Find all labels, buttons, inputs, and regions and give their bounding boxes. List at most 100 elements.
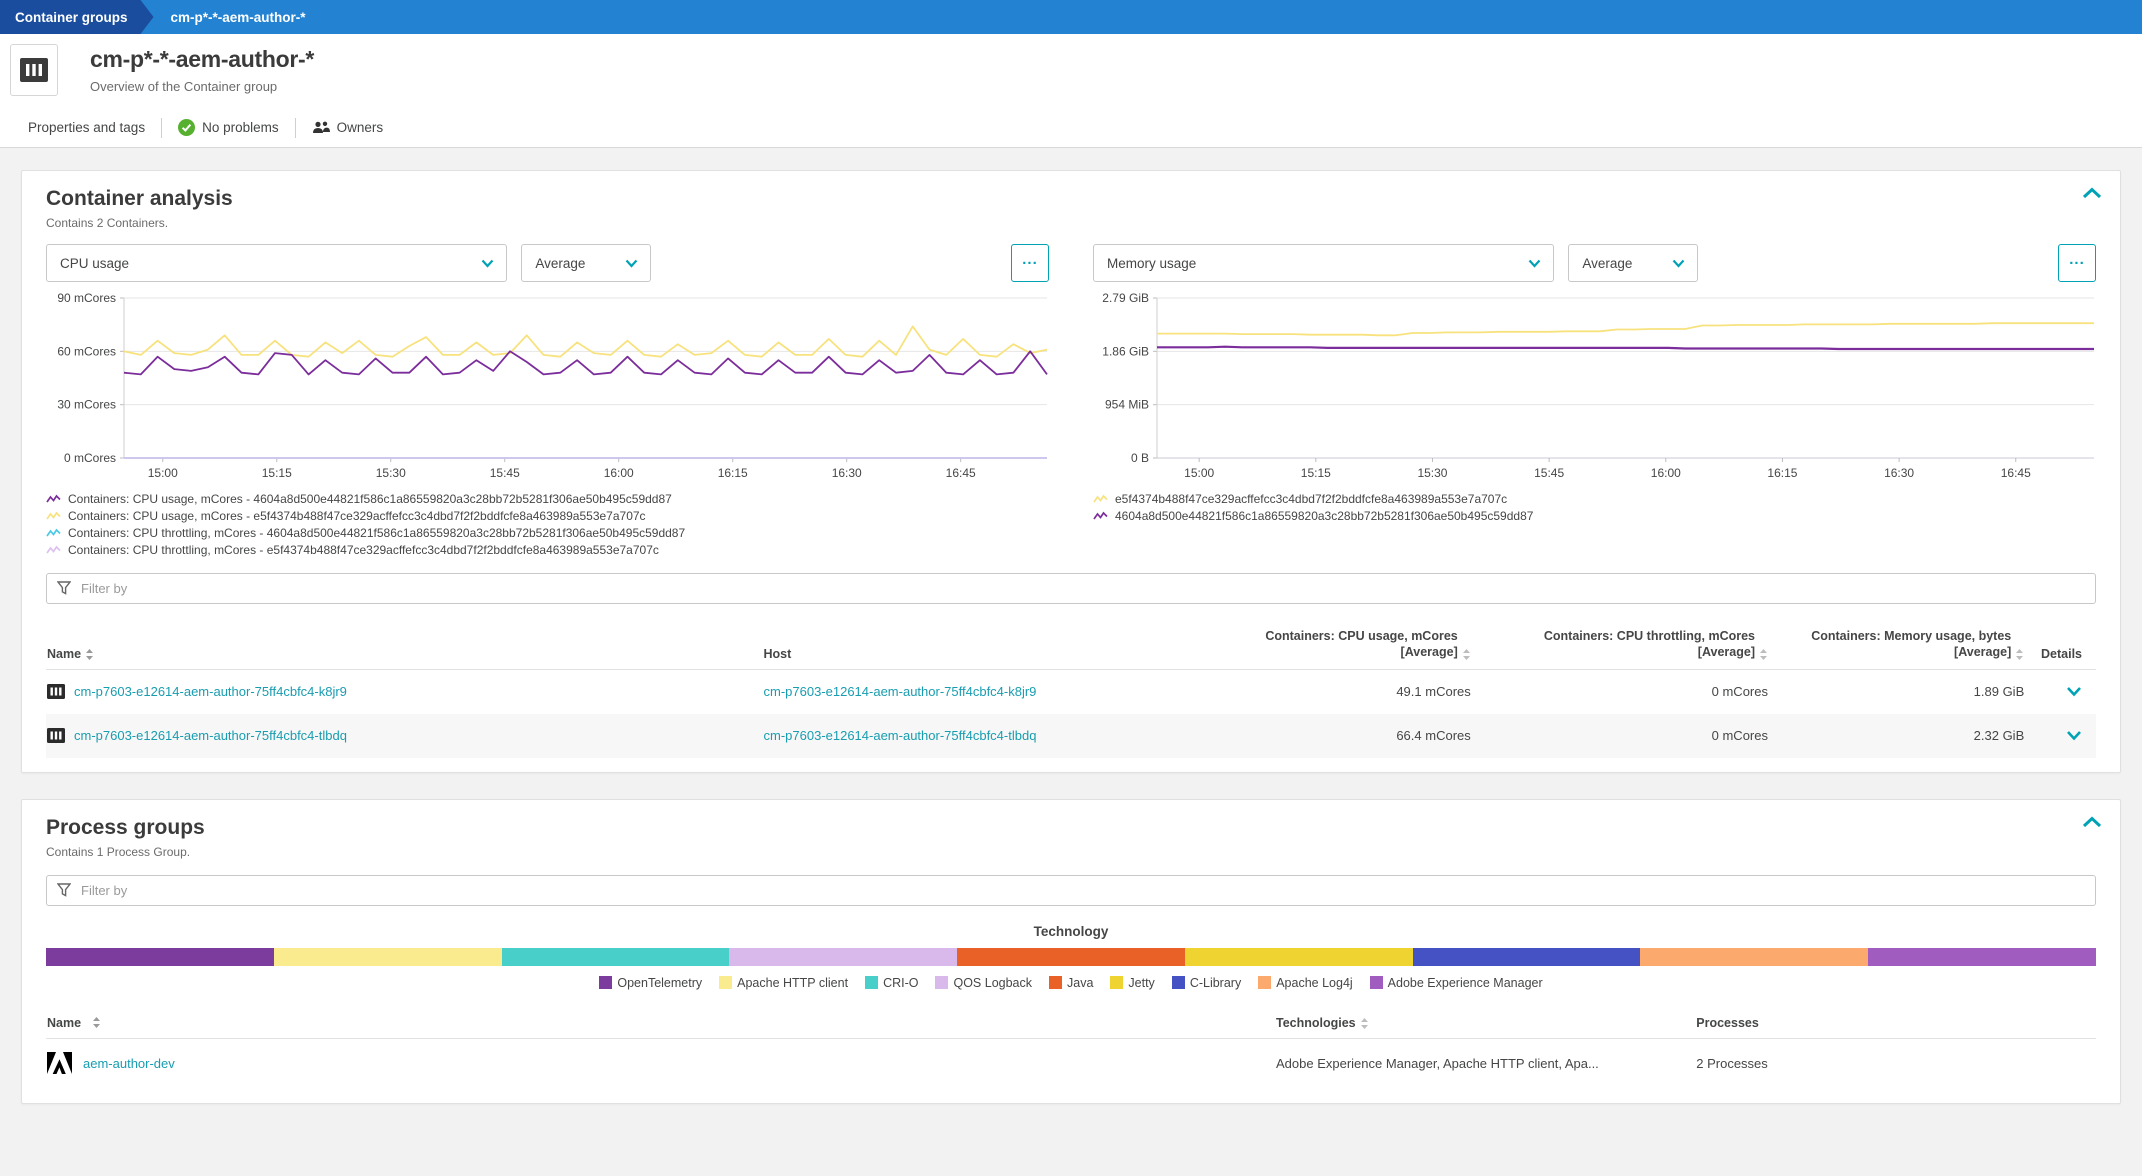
chart-legend-item[interactable]: Containers: CPU throttling, mCores - 460… — [46, 526, 1049, 540]
chart-legend-item[interactable]: 4604a8d500e44821f586c1a86559820a3c28bb72… — [1093, 509, 2096, 523]
charts-row: CPU usage Average ... 90 mCores60 mCores… — [46, 244, 2096, 557]
container-name-cell: cm-p7603-e12614-aem-author-75ff4cbfc4-tl… — [46, 728, 764, 743]
expand-details-button[interactable] — [2066, 730, 2082, 741]
svg-text:16:15: 16:15 — [718, 466, 748, 480]
host-link[interactable]: cm-p7603-e12614-aem-author-75ff4cbfc4-k8… — [764, 684, 1037, 699]
cpu-chart-more-button[interactable]: ... — [1011, 244, 1049, 282]
no-problems-button[interactable]: No problems — [178, 119, 279, 136]
technology-name: Adobe Experience Manager — [1388, 976, 1543, 990]
technology-bar-segment[interactable] — [502, 948, 730, 966]
cpu-usage-chart[interactable]: 90 mCores60 mCores30 mCores0 mCores15:00… — [46, 292, 1049, 482]
technology-name: OpenTelemetry — [617, 976, 702, 990]
technology-legend-item[interactable]: Apache HTTP client — [719, 976, 848, 990]
memory-chart-legend: e5f4374b488f47ce329acffefcc3c4dbd7f2f2bd… — [1093, 492, 2096, 523]
breadcrumb-root[interactable]: Container groups — [0, 0, 154, 34]
technology-swatch — [935, 976, 948, 989]
properties-and-tags-button[interactable]: Properties and tags — [28, 120, 145, 135]
svg-text:954 MiB: 954 MiB — [1105, 398, 1149, 412]
technology-swatch — [1110, 976, 1123, 989]
container-table-row: cm-p7603-e12614-aem-author-75ff4cbfc4-k8… — [46, 670, 2096, 714]
technology-legend-item[interactable]: Apache Log4j — [1258, 976, 1352, 990]
technology-name: Apache Log4j — [1276, 976, 1352, 990]
technology-label: Technology — [46, 924, 2096, 939]
technology-legend-item[interactable]: OpenTelemetry — [599, 976, 702, 990]
memory-chart-column: Memory usage Average ... 2.79 GiB1.86 Gi… — [1093, 244, 2096, 557]
cpu-chart-legend: Containers: CPU usage, mCores - 4604a8d5… — [46, 492, 1049, 557]
chart-legend-item[interactable]: Containers: CPU usage, mCores - e5f4374b… — [46, 509, 1049, 523]
process-group-link[interactable]: aem-author-dev — [83, 1056, 175, 1071]
memory-chart-more-button[interactable]: ... — [2058, 244, 2096, 282]
svg-text:15:00: 15:00 — [1184, 466, 1214, 480]
column-header-name[interactable]: Name — [46, 647, 764, 661]
owners-button[interactable]: Owners — [312, 120, 384, 135]
containers-table: Name Host Containers: CPU usage, mCores … — [46, 614, 2096, 758]
breadcrumb: Container groups cm-p*-*-aem-author-* — [0, 0, 2142, 34]
technology-legend-item[interactable]: C-Library — [1172, 976, 1241, 990]
technology-bar-segment[interactable] — [1868, 948, 2096, 966]
technology-bar-segment[interactable] — [1413, 948, 1641, 966]
svg-text:16:30: 16:30 — [832, 466, 862, 480]
technology-bar-segment[interactable] — [1640, 948, 1868, 966]
process-groups-filter-input[interactable] — [46, 875, 2096, 906]
technology-bar-segment[interactable] — [46, 948, 274, 966]
chevron-down-icon — [625, 259, 638, 268]
containers-filter — [46, 573, 2096, 604]
column-header-technologies[interactable]: Technologies — [1276, 1016, 1696, 1030]
column-header-name[interactable]: Name — [46, 1016, 1276, 1030]
container-link[interactable]: cm-p7603-e12614-aem-author-75ff4cbfc4-k8… — [74, 684, 347, 699]
memory-aggregation-select[interactable]: Average — [1568, 244, 1698, 282]
expand-details-button[interactable] — [2066, 686, 2082, 697]
series-line-icon — [46, 494, 61, 505]
technology-swatch — [1370, 976, 1383, 989]
technology-legend-item[interactable]: Adobe Experience Manager — [1370, 976, 1543, 990]
svg-text:30 mCores: 30 mCores — [57, 398, 116, 412]
breadcrumb-current: cm-p*-*-aem-author-* — [154, 0, 306, 34]
technology-name: Java — [1067, 976, 1093, 990]
collapse-container-analysis-button[interactable] — [2082, 187, 2102, 199]
series-line-icon — [46, 545, 61, 556]
chevron-down-icon — [1528, 259, 1541, 268]
svg-text:0 mCores: 0 mCores — [64, 451, 116, 465]
series-label: Containers: CPU throttling, mCores - e5f… — [68, 543, 659, 557]
chart-legend-item[interactable]: Containers: CPU throttling, mCores - e5f… — [46, 543, 1049, 557]
series-line-icon — [1093, 494, 1108, 505]
column-header-memory-usage[interactable]: Containers: Memory usage, bytes [Average… — [1768, 628, 2024, 661]
technology-legend-item[interactable]: CRI-O — [865, 976, 918, 990]
technology-name: QOS Logback — [953, 976, 1032, 990]
technology-bar-segment[interactable] — [729, 948, 957, 966]
technology-bar-segment[interactable] — [274, 948, 502, 966]
process-groups-filter — [46, 875, 2096, 906]
technology-legend-item[interactable]: QOS Logback — [935, 976, 1032, 990]
chart-legend-item[interactable]: e5f4374b488f47ce329acffefcc3c4dbd7f2f2bd… — [1093, 492, 2096, 506]
filter-funnel-icon — [57, 883, 71, 897]
memory-metric-select[interactable]: Memory usage — [1093, 244, 1554, 282]
sort-icon — [92, 1016, 101, 1029]
collapse-process-groups-button[interactable] — [2082, 816, 2102, 828]
svg-text:16:30: 16:30 — [1884, 466, 1914, 480]
technology-legend-item[interactable]: Java — [1049, 976, 1093, 990]
technology-swatch — [599, 976, 612, 989]
technology-name: C-Library — [1190, 976, 1241, 990]
host-link[interactable]: cm-p7603-e12614-aem-author-75ff4cbfc4-tl… — [764, 728, 1037, 743]
memory-usage-chart[interactable]: 2.79 GiB1.86 GiB954 MiB0 B15:0015:1515:3… — [1093, 292, 2096, 482]
cpu-usage-value: 66.4 mCores — [1245, 728, 1471, 743]
technology-name: Jetty — [1128, 976, 1154, 990]
svg-text:15:30: 15:30 — [1417, 466, 1447, 480]
technology-legend-item[interactable]: Jetty — [1110, 976, 1154, 990]
cpu-aggregation-select[interactable]: Average — [521, 244, 651, 282]
chevron-down-icon — [1672, 259, 1685, 268]
section-title-container-analysis: Container analysis — [46, 187, 2096, 211]
containers-filter-input[interactable] — [46, 573, 2096, 604]
svg-text:1.86 GiB: 1.86 GiB — [1102, 344, 1149, 358]
column-header-cpu-usage[interactable]: Containers: CPU usage, mCores [Average] — [1245, 628, 1471, 661]
check-circle-icon — [178, 119, 195, 136]
memory-usage-value: 2.32 GiB — [1768, 728, 2024, 743]
page-title: cm-p*-*-aem-author-* — [90, 46, 314, 73]
cpu-metric-select[interactable]: CPU usage — [46, 244, 507, 282]
technology-bar-segment[interactable] — [1185, 948, 1413, 966]
container-link[interactable]: cm-p7603-e12614-aem-author-75ff4cbfc4-tl… — [74, 728, 347, 743]
process-group-name-cell: aem-author-dev — [46, 1052, 1276, 1075]
column-header-cpu-throttling[interactable]: Containers: CPU throttling, mCores [Aver… — [1471, 628, 1768, 661]
chart-legend-item[interactable]: Containers: CPU usage, mCores - 4604a8d5… — [46, 492, 1049, 506]
technology-bar-segment[interactable] — [957, 948, 1185, 966]
